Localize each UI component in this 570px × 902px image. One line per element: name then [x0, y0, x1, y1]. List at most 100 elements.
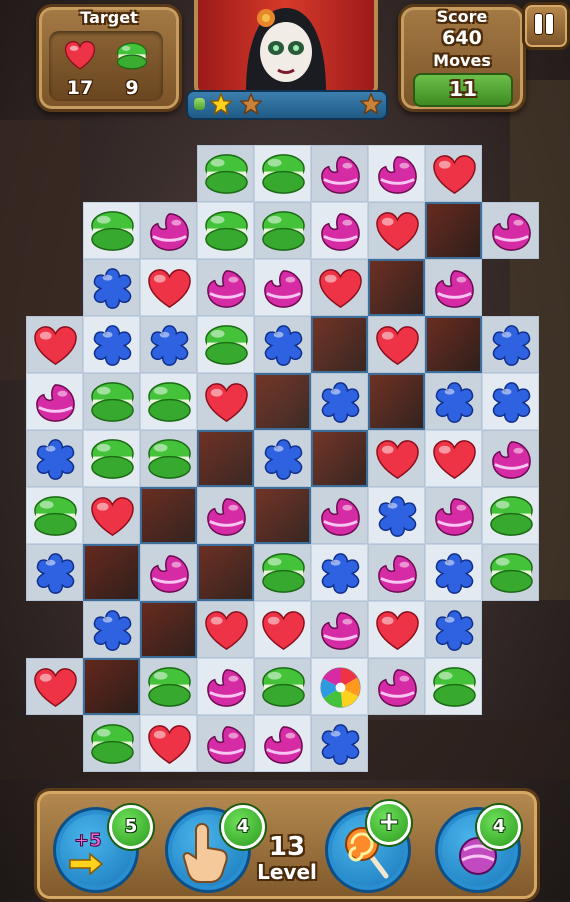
board-cell[interactable] [26, 373, 83, 430]
board-cell[interactable] [140, 658, 197, 715]
board-cell[interactable] [83, 487, 140, 544]
board-cell[interactable] [311, 715, 368, 772]
board-cell[interactable] [140, 430, 197, 487]
green-macaron-candy-icon [262, 667, 305, 707]
board-cell[interactable] [197, 601, 254, 658]
blue-flower-candy-icon [93, 268, 132, 309]
board-cell[interactable] [197, 202, 254, 259]
board-cell[interactable] [482, 544, 539, 601]
pause-button[interactable] [522, 2, 570, 50]
blue-flower-candy-icon [36, 553, 75, 594]
green-macaron-candy-icon [91, 382, 134, 422]
board-cell[interactable] [26, 487, 83, 544]
board-cell[interactable] [368, 316, 425, 373]
board-cell[interactable] [311, 373, 368, 430]
green-macaron-candy-icon [262, 553, 305, 593]
board-cell[interactable] [140, 316, 197, 373]
board-cell[interactable] [254, 316, 311, 373]
board-cell[interactable] [26, 544, 83, 601]
board-cell[interactable] [254, 601, 311, 658]
board-cell[interactable] [197, 373, 254, 430]
board-cell[interactable] [311, 601, 368, 658]
board-cell[interactable] [368, 145, 425, 202]
blue-flower-candy-icon [435, 610, 474, 651]
board-cell[interactable] [26, 316, 83, 373]
score-progress-bar [186, 90, 388, 120]
blue-flower-candy-icon [321, 382, 360, 423]
red-heart-candy-icon [205, 383, 248, 422]
blue-flower-candy-icon [435, 553, 474, 594]
red-heart-candy-icon [64, 40, 96, 70]
board-cell[interactable] [140, 715, 197, 772]
level-indicator: 13 Level [247, 833, 327, 883]
board-cell[interactable] [197, 715, 254, 772]
board-cell[interactable] [368, 544, 425, 601]
board-cell[interactable] [197, 316, 254, 373]
green-macaron-candy-icon [91, 211, 134, 251]
board-cell[interactable] [425, 487, 482, 544]
board-cell[interactable] [425, 544, 482, 601]
board-hole [83, 658, 140, 715]
board-cell[interactable] [482, 316, 539, 373]
board-cell[interactable] [140, 544, 197, 601]
board-cell[interactable] [140, 259, 197, 316]
board-cell[interactable] [254, 658, 311, 715]
board-cell[interactable] [368, 601, 425, 658]
board-cell[interactable] [254, 259, 311, 316]
board-cell[interactable] [254, 202, 311, 259]
board-cell[interactable] [311, 544, 368, 601]
board-cell[interactable] [311, 487, 368, 544]
board-cell[interactable] [197, 259, 254, 316]
board-cell[interactable] [254, 544, 311, 601]
board-cell[interactable] [368, 658, 425, 715]
board-cell[interactable] [368, 487, 425, 544]
board-cell[interactable] [482, 430, 539, 487]
board-hole [140, 601, 197, 658]
green-macaron-candy-icon [205, 154, 248, 194]
target-count-macarons: 9 [125, 77, 139, 99]
star-filled-icon [210, 93, 232, 115]
board-cell[interactable] [425, 430, 482, 487]
board-cell[interactable] [197, 658, 254, 715]
board-cell[interactable] [83, 715, 140, 772]
board-cell[interactable] [425, 373, 482, 430]
board-cell[interactable] [368, 202, 425, 259]
board-cell[interactable] [83, 202, 140, 259]
green-macaron-candy-icon [205, 211, 248, 251]
board-cell[interactable] [425, 658, 482, 715]
board-cell[interactable] [83, 373, 140, 430]
pause-icon [535, 14, 542, 34]
board-hole [83, 544, 140, 601]
board-cell[interactable] [311, 259, 368, 316]
board-cell[interactable] [83, 601, 140, 658]
board-cell[interactable] [254, 145, 311, 202]
board-cell[interactable] [197, 145, 254, 202]
board-cell[interactable] [26, 430, 83, 487]
board-cell[interactable] [83, 316, 140, 373]
board-cell[interactable] [83, 430, 140, 487]
board-cell[interactable] [482, 373, 539, 430]
board-cell[interactable] [140, 202, 197, 259]
board-cell[interactable] [254, 715, 311, 772]
board-cell[interactable] [482, 487, 539, 544]
board-cell[interactable] [425, 145, 482, 202]
purple-drop-candy-icon [321, 156, 360, 194]
board-cell[interactable] [197, 487, 254, 544]
board-cell[interactable] [425, 259, 482, 316]
target-panel: Target 17 9 [36, 4, 182, 112]
board-cell[interactable] [26, 658, 83, 715]
green-macaron-candy-icon [490, 496, 533, 536]
board-cell[interactable] [254, 430, 311, 487]
board-cell[interactable] [482, 202, 539, 259]
purple-drop-candy-icon [321, 612, 360, 650]
board-cell[interactable] [140, 373, 197, 430]
board-hole [311, 430, 368, 487]
board-cell[interactable] [425, 601, 482, 658]
red-heart-candy-icon [433, 155, 476, 194]
board-cell[interactable] [311, 145, 368, 202]
board-cell[interactable] [311, 202, 368, 259]
board-cell[interactable] [83, 259, 140, 316]
booster-badge-lollipop[interactable]: + [367, 801, 411, 845]
board-cell[interactable] [368, 430, 425, 487]
board-cell[interactable] [311, 658, 368, 715]
